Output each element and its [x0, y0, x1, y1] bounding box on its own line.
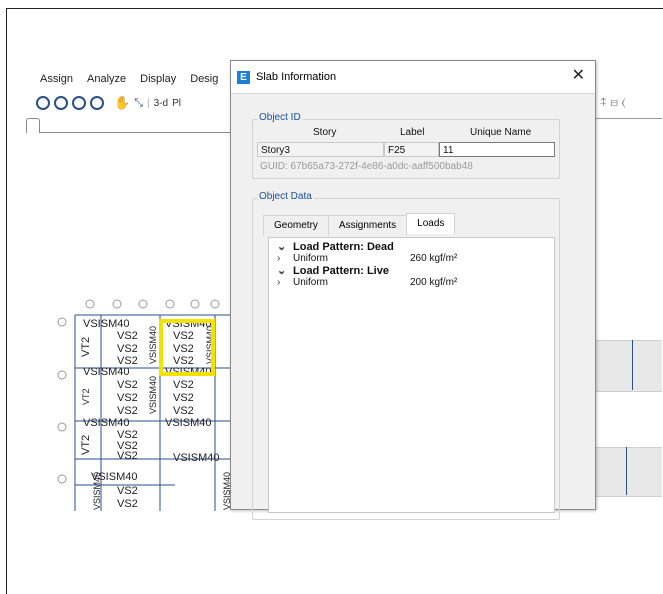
grid-bubble	[57, 474, 67, 484]
plan-view-button[interactable]: Pl	[172, 98, 181, 109]
toolbar: ✋ ⤡ | 3-d Pl	[36, 93, 181, 113]
column-label: VT2	[81, 388, 91, 405]
unique-name-field[interactable]: 11	[439, 142, 555, 157]
dialog-title: Slab Information	[256, 71, 337, 83]
menu-assign[interactable]: Assign	[40, 73, 73, 85]
menu-bar: Assign Analyze Display Desig	[40, 73, 218, 85]
close-icon[interactable]: ✕	[572, 68, 585, 84]
beam-label: VS2	[117, 392, 138, 404]
tab-geometry[interactable]: Geometry	[263, 215, 329, 236]
column-label: VSISM40	[92, 472, 102, 510]
column-label: VSISM40	[148, 326, 158, 364]
beam-label: VS2	[173, 405, 194, 417]
grid-bubble	[138, 299, 148, 309]
story-field: Story3	[257, 142, 384, 157]
loads-list: ⌄ Load Pattern: Dead › Uniform 260 kgf/m…	[268, 237, 555, 513]
beam-label: VS2	[117, 405, 138, 417]
toolbar-right-icons[interactable]: ⍏ ⊟ ⟨	[600, 95, 625, 110]
model-view-tab[interactable]	[26, 118, 40, 133]
object-data-tabs: Geometry Assignments Loads	[263, 213, 456, 236]
column-label: VT2	[80, 337, 92, 357]
beam-label: VSISM40	[83, 366, 129, 378]
beam-label: VS2	[117, 343, 138, 355]
chevron-down-icon[interactable]: ⌄	[277, 265, 286, 277]
grid-bubble	[190, 299, 200, 309]
beam-label: VS2	[173, 330, 194, 342]
menu-analyze[interactable]: Analyze	[87, 73, 126, 85]
beam-label: VS2	[173, 392, 194, 404]
story-header: Story	[313, 127, 337, 138]
grid-bubble	[112, 299, 122, 309]
object-data-group: Object Data Geometry Assignments Loads ⌄…	[252, 191, 560, 520]
tab-underline	[596, 118, 662, 119]
zoom-in-step-icon[interactable]	[72, 96, 86, 110]
object-id-group: Object ID Story Label Unique Name Story3…	[252, 112, 560, 179]
menu-display[interactable]: Display	[140, 73, 176, 85]
grid-bubble	[210, 299, 220, 309]
grid-bubble	[57, 370, 67, 380]
slab-information-dialog: E Slab Information ✕ Object ID Story Lab…	[230, 60, 596, 520]
column-label: VT2	[80, 435, 92, 455]
grid-bubble	[57, 317, 67, 327]
etabs-app-icon: E	[237, 70, 250, 84]
menu-design[interactable]: Desig	[190, 73, 218, 85]
structural-model-plan[interactable]: VSISM40 VSISM40 VS2 VS2 VS2 VS2 VS2 VS2 …	[55, 295, 233, 511]
label-field: F25	[384, 142, 439, 157]
beam-label: VS2	[117, 485, 138, 497]
beam-label: VS2	[117, 379, 138, 391]
load-dead-uniform-row[interactable]: › Uniform 260 kgf/m²	[269, 253, 554, 265]
chevron-right-icon[interactable]: ›	[277, 253, 280, 265]
grid-bubble	[85, 299, 95, 309]
model-band-1	[596, 340, 662, 392]
model-band-2	[596, 447, 662, 497]
unique-name-header: Unique Name	[470, 127, 532, 138]
grid-bubble	[57, 422, 67, 432]
tab-loads[interactable]: Loads	[406, 213, 456, 234]
chevron-right-icon[interactable]: ›	[277, 277, 280, 289]
beam-label: VSISM40	[83, 417, 129, 429]
beam-label: VS2	[117, 450, 138, 462]
beam-label: VSISM40	[173, 452, 219, 464]
zoom-window-icon[interactable]	[36, 96, 50, 110]
view-3d-button[interactable]: 3-d	[154, 98, 168, 109]
model-tabstrip	[26, 118, 234, 133]
load-pattern-dead-row[interactable]: ⌄ Load Pattern: Dead	[269, 241, 554, 253]
pan-icon[interactable]: ✋	[114, 95, 130, 111]
beam-label: VSISM40	[165, 417, 211, 429]
grid-bubble	[165, 299, 175, 309]
beam-label: VSISM40	[83, 318, 129, 330]
column-label: VSISM40	[148, 376, 158, 414]
label-header: Label	[400, 127, 425, 138]
object-id-title: Object ID	[257, 112, 303, 123]
load-live-uniform-row[interactable]: › Uniform 200 kgf/m²	[269, 277, 554, 289]
guid-text: GUID: 67b65a73-272f-4e86-a0dc-aaff500bab…	[260, 161, 473, 172]
model-line-1	[632, 340, 633, 390]
dialog-title-bar[interactable]: E Slab Information	[231, 61, 595, 93]
model-line-2	[626, 447, 627, 495]
chevron-down-icon[interactable]: ⌄	[277, 241, 286, 253]
tab-assignments[interactable]: Assignments	[327, 215, 408, 236]
dialog-body: Object ID Story Label Unique Name Story3…	[231, 93, 595, 520]
rubber-band-icon[interactable]: ⤡	[134, 97, 143, 110]
beam-label: VS2	[117, 330, 138, 342]
beam-label: VS2	[173, 379, 194, 391]
beam-label: VS2	[173, 343, 194, 355]
zoom-out-icon[interactable]	[90, 96, 104, 110]
object-data-title: Object Data	[257, 191, 314, 202]
load-pattern-live-row[interactable]: ⌄ Load Pattern: Live	[269, 265, 554, 277]
beam-label: VS2	[117, 498, 138, 510]
zoom-in-icon[interactable]	[54, 96, 68, 110]
